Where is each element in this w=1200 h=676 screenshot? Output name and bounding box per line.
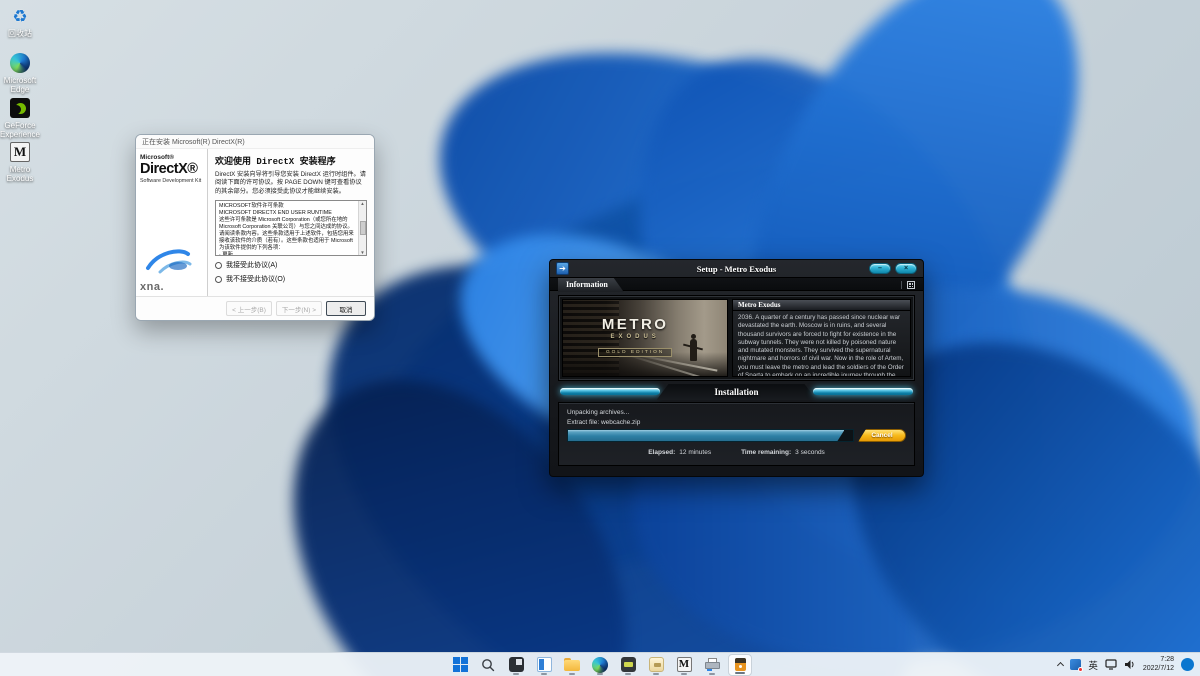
sdk-subtitle: Software Development Kit: [140, 178, 203, 184]
desktop-icon-recycle-bin[interactable]: ♻ 回收站: [0, 5, 43, 38]
minimize-button[interactable]: –: [869, 263, 891, 274]
edge-icon: [9, 52, 31, 74]
light-app-icon: [649, 657, 664, 672]
directx-wordmark: DirectX®: [140, 161, 203, 177]
folder-icon: [564, 658, 580, 671]
game-info-header: Metro Exodus: [733, 300, 910, 311]
license-text: MICROSOFT软件许可条款 MICROSOFT DIRECTX END US…: [216, 201, 366, 256]
setup-wizard-taskbar-button[interactable]: [728, 654, 752, 676]
time-remaining: Time remaining:3 seconds: [741, 449, 825, 456]
game-description: 2036. A quarter of a century has passed …: [733, 311, 910, 377]
desktop-icon-label: GeForce Experience: [0, 121, 43, 139]
scroll-up-icon[interactable]: ▲: [360, 201, 364, 206]
radio-icon[interactable]: [215, 276, 222, 283]
tab-information[interactable]: Information: [558, 278, 624, 292]
directx-brand-panel: Microsoft® DirectX® Software Development…: [136, 149, 208, 296]
tray-date: 2022/7/12: [1143, 665, 1174, 674]
setup-app-icon: ➔: [556, 262, 569, 275]
artwork-subtitle: EXODUS: [586, 334, 684, 340]
progress-fill: [568, 430, 844, 441]
recycle-bin-icon: ♻: [9, 5, 31, 27]
volume-icon[interactable]: [1124, 659, 1136, 670]
metro-exodus-taskbar-button[interactable]: M: [672, 654, 696, 676]
microsoft-wordmark: Microsoft®: [140, 154, 203, 161]
printer-icon: [705, 658, 720, 672]
artem-silhouette: [690, 339, 697, 361]
search-button[interactable]: [476, 654, 500, 676]
installation-section-header: Installation: [558, 384, 915, 400]
desktop-icon-label: Metro Exodus: [0, 165, 43, 183]
radio-accept-license[interactable]: 我接受此协议(A): [215, 260, 367, 270]
search-icon: [481, 658, 495, 672]
status-line-1: Unpacking archives...: [567, 409, 906, 416]
setup-welcome-heading: 欢迎使用 DirectX 安装程序: [215, 154, 367, 167]
edge-button[interactable]: [588, 654, 612, 676]
desktop-icon-edge[interactable]: Microsoft Edge: [0, 52, 43, 94]
radio-icon[interactable]: [215, 262, 222, 269]
taskbar-app-window[interactable]: [532, 654, 556, 676]
grid-icon[interactable]: [907, 281, 915, 289]
network-icon[interactable]: [1105, 659, 1117, 670]
file-explorer-button[interactable]: [560, 654, 584, 676]
start-button[interactable]: [448, 654, 472, 676]
artwork-title: METRO: [586, 316, 684, 333]
desktop-icon-metro-exodus[interactable]: M Metro Exodus: [0, 141, 43, 183]
edge-icon: [592, 657, 608, 673]
radio-decline-label: 我不接受此协议(O): [226, 274, 285, 284]
cancel-button[interactable]: 取消: [326, 301, 366, 316]
windows-logo-icon: [453, 657, 468, 672]
security-tray-icon[interactable]: [1070, 659, 1081, 670]
ime-indicator[interactable]: 英: [1088, 658, 1098, 672]
directx-window-title: 正在安装 Microsoft(R) DirectX(R): [136, 135, 374, 148]
dark-app-icon: [509, 657, 524, 672]
toolbox-icon: [621, 657, 636, 672]
information-panel: METRO EXODUS GOLD EDITION Metro Exodus 2…: [558, 295, 915, 381]
taskbar-app-light[interactable]: [644, 654, 668, 676]
radio-accept-label: 我接受此协议(A): [226, 260, 277, 270]
setup-wizard-icon: [735, 658, 746, 671]
taskbar-app-printer[interactable]: [700, 654, 724, 676]
metro-tabstrip: Information: [550, 277, 923, 291]
license-scrollbar[interactable]: ▲ ▼: [358, 201, 366, 255]
xna-swirl-icon: [140, 242, 203, 281]
xna-wordmark: xna.: [140, 281, 203, 293]
gold-edition-badge: GOLD EDITION: [598, 348, 672, 357]
directx-setup-window: 正在安装 Microsoft(R) DirectX(R) Microsoft® …: [135, 134, 375, 321]
geforce-icon: [9, 97, 31, 119]
radio-decline-license[interactable]: 我不接受此协议(O): [215, 274, 367, 284]
next-button[interactable]: 下一步(N) >: [276, 301, 322, 316]
close-button[interactable]: ×: [895, 263, 917, 274]
metro-window-title: Setup - Metro Exodus: [550, 264, 923, 274]
elapsed-time: Elapsed:12 minutes: [648, 449, 711, 456]
taskbar-app-dark[interactable]: [504, 654, 528, 676]
scroll-down-icon[interactable]: ▼: [360, 250, 364, 255]
setup-intro-text: DirectX 安装向导将引导您安装 DirectX 运行时组件。请阅读下面的许…: [215, 171, 367, 196]
back-button[interactable]: < 上一步(B): [226, 301, 272, 316]
progress-bar: [567, 429, 854, 442]
desktop-icon-label: 回收站: [0, 29, 43, 38]
metro-m-icon: M: [677, 657, 692, 672]
tabstrip-divider: [901, 281, 902, 289]
installation-title: Installation: [558, 384, 915, 400]
clock[interactable]: 7:28 2022/7/12: [1143, 656, 1174, 674]
installation-panel: Unpacking archives... Extract file: webc…: [558, 402, 915, 466]
metro-exodus-setup-window: ➔ Setup - Metro Exodus – × Information M…: [549, 259, 924, 477]
scrollbar-thumb[interactable]: [360, 221, 366, 235]
cancel-install-button[interactable]: Cancel: [858, 429, 906, 442]
metro-titlebar: ➔ Setup - Metro Exodus – ×: [550, 260, 923, 277]
desktop-icon-geforce-experience[interactable]: GeForce Experience: [0, 97, 43, 139]
tray-time: 7:28: [1143, 656, 1174, 665]
tray-overflow-chevron-icon[interactable]: [1057, 662, 1064, 669]
desktop: ♻ 回收站 Microsoft Edge GeForce Experience …: [0, 0, 1200, 676]
status-line-2: Extract file: webcache.zip: [567, 419, 906, 426]
metro-m-icon: M: [9, 141, 31, 163]
license-agreement-box[interactable]: MICROSOFT软件许可条款 MICROSOFT DIRECTX END US…: [215, 200, 367, 256]
taskbar: M 英 7:28 2022/7/12: [0, 652, 1200, 676]
blue-window-icon: [537, 657, 552, 672]
taskbar-app-toolbox[interactable]: [616, 654, 640, 676]
desktop-icon-label: Microsoft Edge: [0, 76, 43, 94]
notification-badge[interactable]: [1181, 658, 1194, 671]
metro-exodus-artwork: METRO EXODUS GOLD EDITION: [562, 299, 728, 377]
game-info-box: Metro Exodus 2036. A quarter of a centur…: [732, 299, 911, 377]
